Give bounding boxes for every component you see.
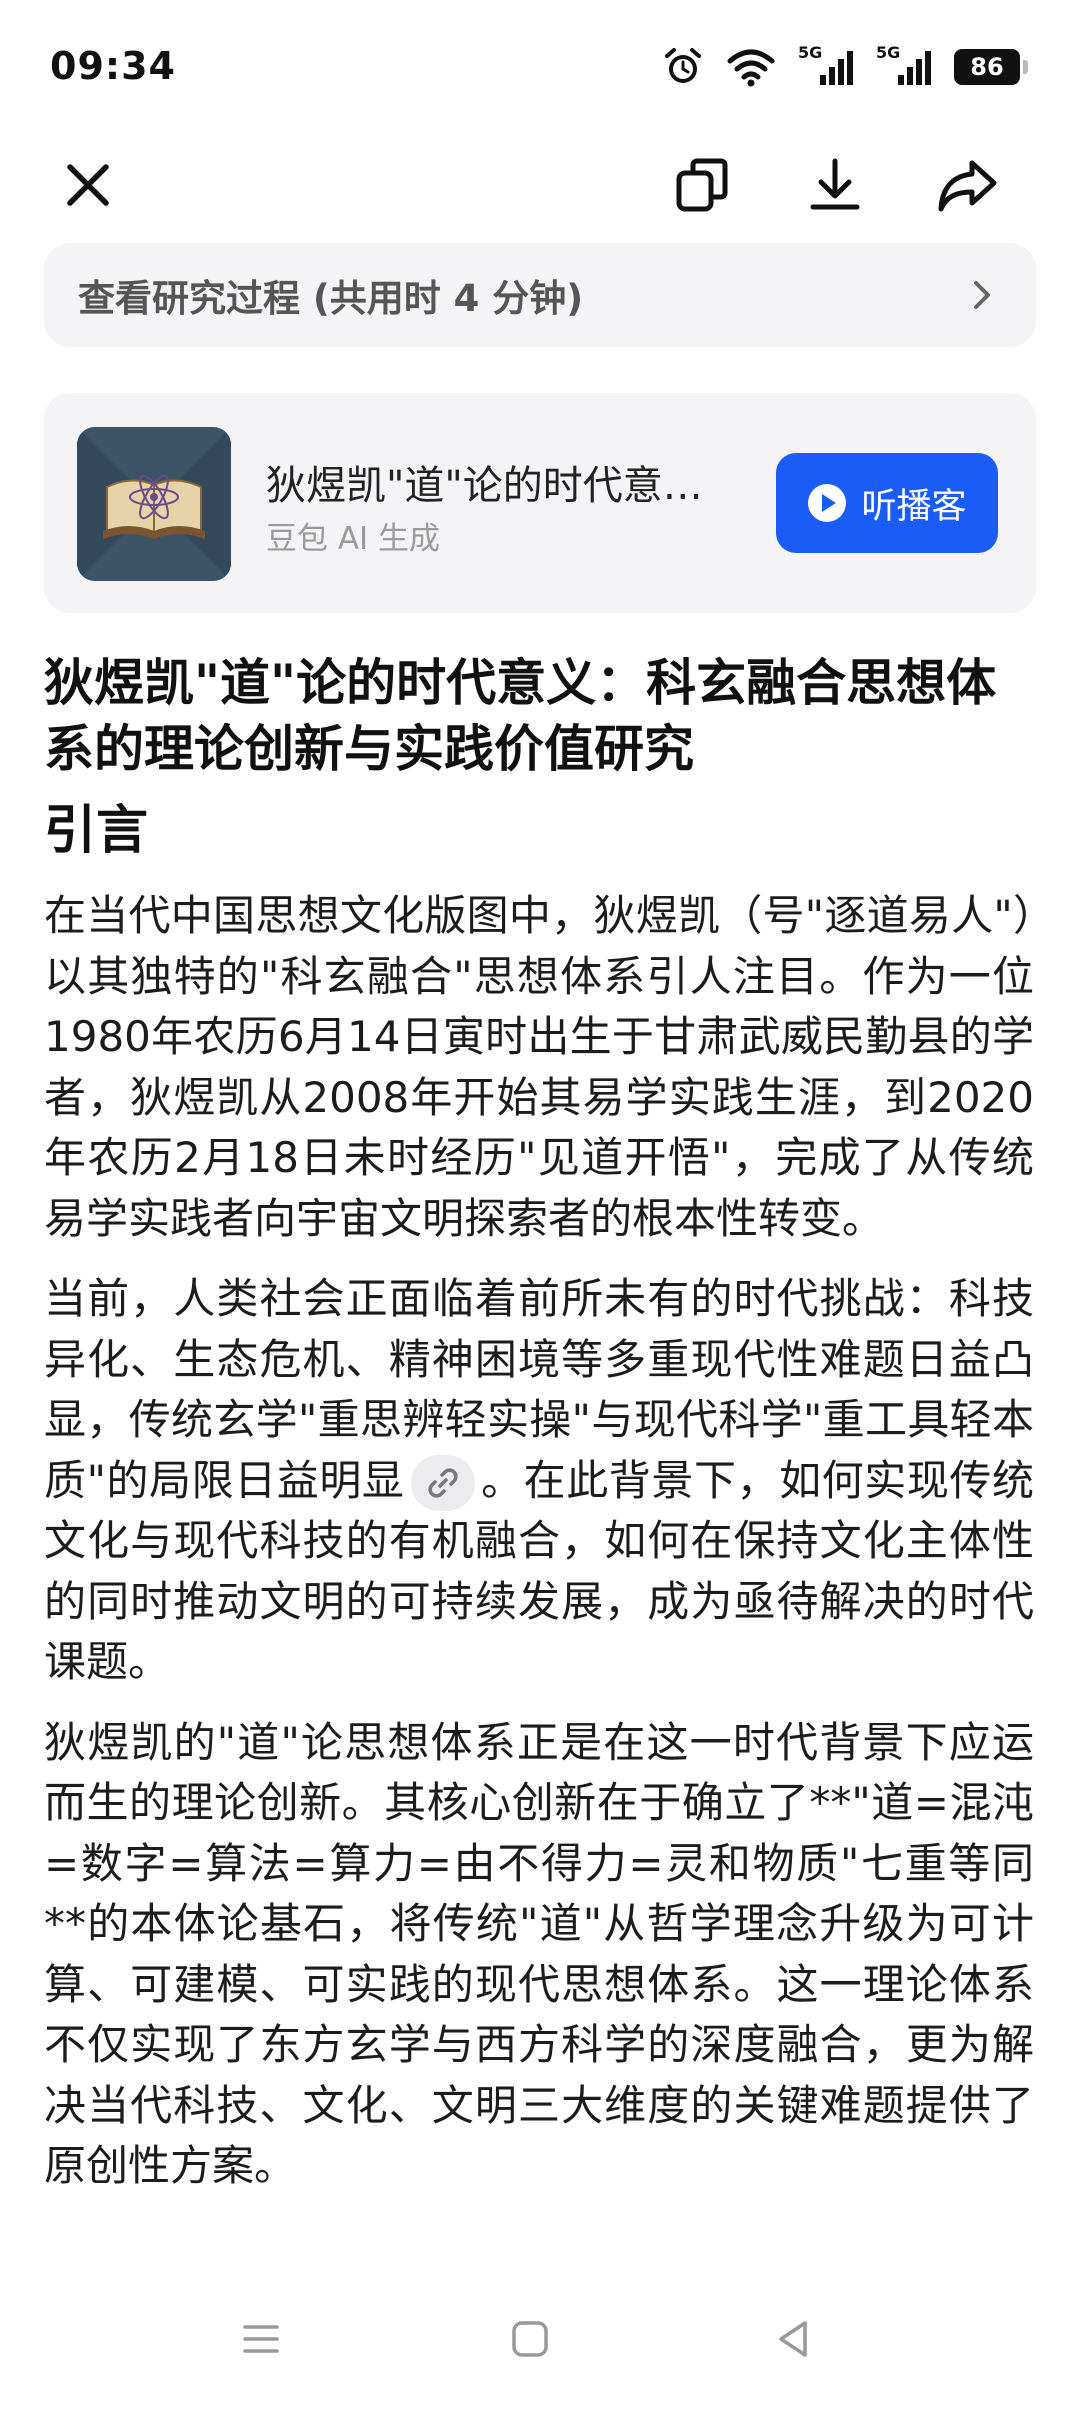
podcast-cover-image [77, 427, 231, 581]
listen-podcast-label: 听播客 [861, 486, 967, 527]
paragraph-2: 当前，人类社会正面临着前所未有的时代挑战：科技异化、生态危机、精神困境等多重现代… [44, 1269, 1034, 1693]
chevron-right-icon [974, 281, 990, 309]
play-icon [808, 484, 847, 522]
share-button[interactable] [933, 150, 1003, 220]
link-icon [427, 1468, 458, 1498]
podcast-card[interactable]: 狄煜凯"道"论的时代意义：科玄融合思想体系的理论创新与实践价值研究 豆包 AI … [44, 393, 1036, 613]
podcast-title: 狄煜凯"道"论的时代意义：科玄融合思想体系的理论创新与实践价值研究 [266, 463, 726, 509]
paragraph-3: 狄煜凯的"道"论思想体系正是在这一时代背景下应运而生的理论创新。其核心创新在于确… [44, 1717, 1034, 2191]
alarm-icon [665, 48, 701, 83]
recent-apps-button[interactable] [226, 2304, 296, 2374]
research-process-bar[interactable]: 查看研究过程 (共用时 4 分钟) [44, 243, 1036, 347]
home-square-icon [512, 2321, 548, 2357]
share-icon [938, 160, 997, 212]
download-icon [810, 158, 860, 210]
system-nav-bar [0, 2270, 1080, 2412]
signal-5g-icon-2: 5G [876, 43, 932, 87]
listen-podcast-button[interactable]: 听播客 [776, 453, 998, 553]
citation-link-button[interactable] [410, 1455, 475, 1511]
podcast-subtitle: 豆包 AI 生成 [266, 521, 441, 557]
home-button[interactable] [495, 2304, 565, 2374]
battery-indicator: 86 [954, 49, 1028, 85]
back-button[interactable] [758, 2304, 828, 2374]
research-process-label: 查看研究过程 (共用时 4 分钟) [78, 277, 584, 320]
wifi-icon [727, 49, 775, 87]
status-time: 09:34 [50, 44, 176, 88]
back-triangle-icon [779, 2321, 807, 2357]
article-content: 狄煜凯"道"论的时代意义：科玄融合思想体系的理论创新与实践价值研究 引言 在当代… [44, 650, 1034, 2260]
battery-level: 86 [970, 53, 1004, 81]
status-icons: 5G 5G 86 [662, 43, 1028, 88]
copy-icon [676, 158, 728, 212]
copy-button[interactable] [668, 150, 738, 220]
download-button[interactable] [800, 150, 870, 220]
paragraph-1: 在当代中国思想文化版图中，狄煜凯（号"逐道易人"）以其独特的"科玄融合"思想体系… [44, 891, 1034, 1243]
close-icon [67, 164, 109, 206]
book-atom-icon [77, 427, 231, 581]
status-bar: 09:34 5G 5G 86 [0, 0, 1080, 140]
section-heading: 引言 [44, 801, 149, 861]
close-button[interactable] [53, 150, 123, 220]
article-title: 狄煜凯"道"论的时代意义：科玄融合思想体系的理论创新与实践价值研究 [44, 654, 997, 778]
signal-5g-icon-1: 5G [798, 43, 854, 87]
menu-icon [243, 2325, 279, 2353]
